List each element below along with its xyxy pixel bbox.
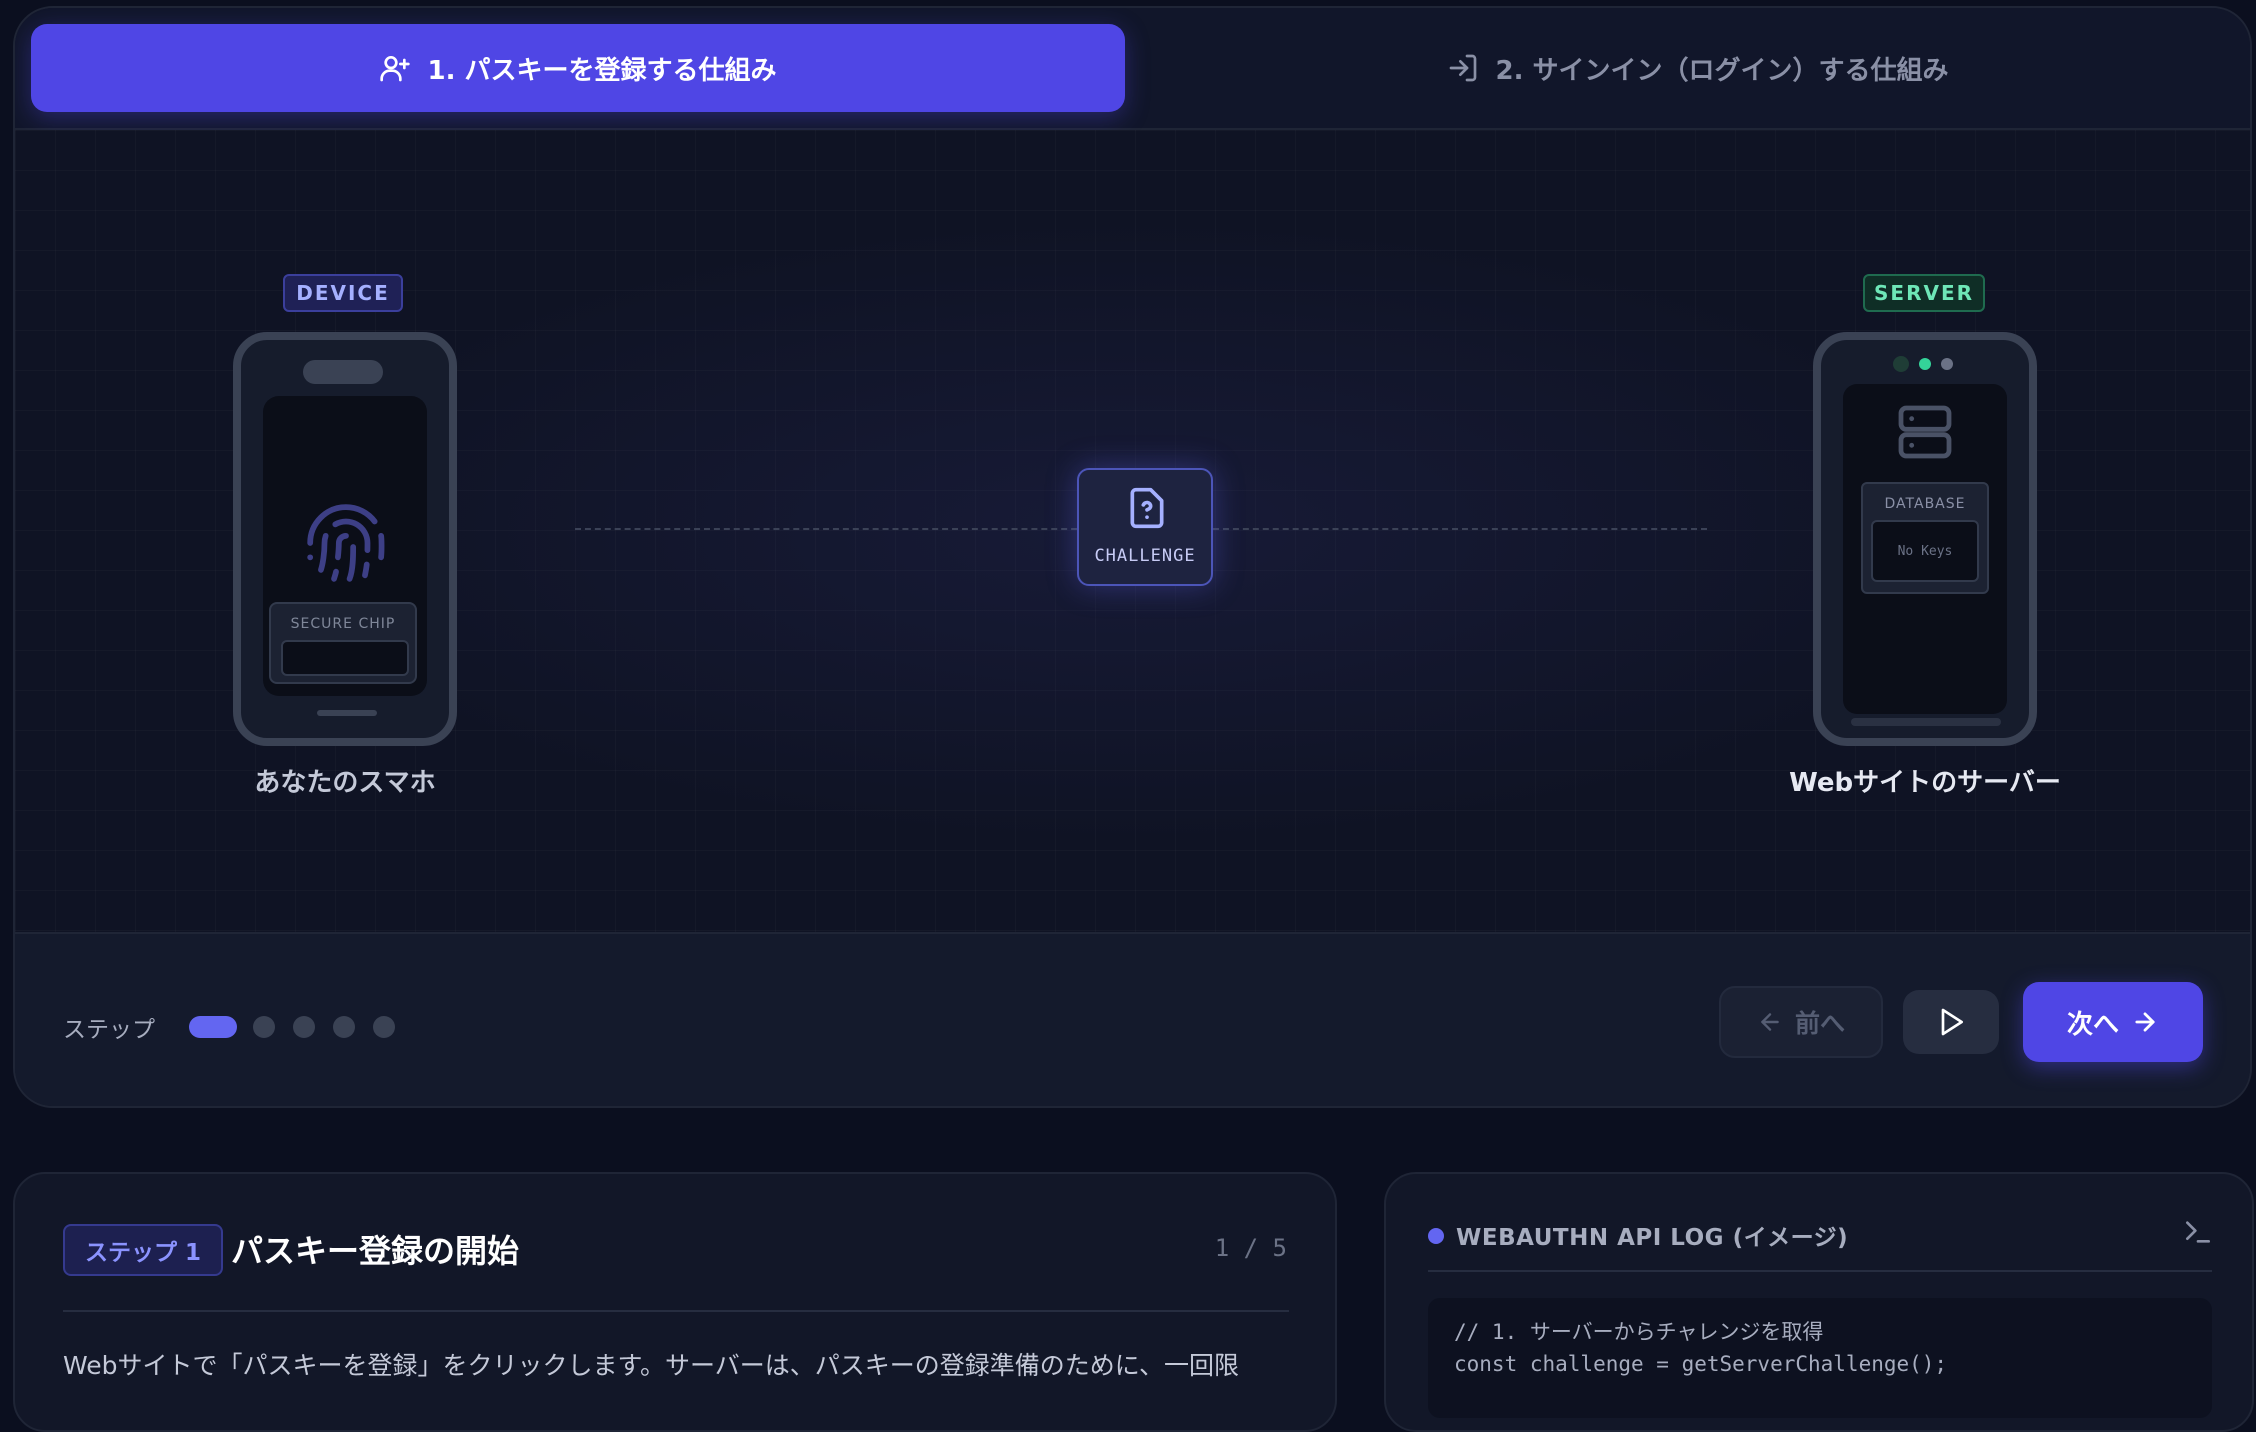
step-info-card: ステップ 1 パスキー登録の開始 1 / 5 Webサイトで「パスキーを登録」を… — [13, 1172, 1337, 1432]
step-dot-3[interactable] — [293, 1016, 315, 1038]
database-value: No Keys — [1871, 520, 1979, 582]
phone-notch — [303, 360, 383, 384]
server-status-lights — [1893, 356, 1953, 372]
terminal-icon — [2186, 1221, 2210, 1243]
step-chip: ステップ 1 — [63, 1224, 224, 1276]
secure-chip-label: SECURE CHIP — [290, 616, 396, 632]
api-log-card: WEBAUTHN API LOG (イメージ) // 1. サーバーからチャレン… — [1384, 1172, 2254, 1432]
animation-stage: DEVICE SECURE CHIP あなたのスマホ CHALLENGE SER… — [15, 130, 2250, 932]
step-dot-4[interactable] — [333, 1016, 355, 1038]
phone-screen: SECURE CHIP — [263, 396, 427, 696]
next-button-label: 次へ — [2066, 1009, 2119, 1040]
page-count: 1 / 5 — [1214, 1234, 1287, 1262]
prev-button[interactable]: 前へ — [1719, 986, 1883, 1058]
code-comment: // 1. サーバーからチャレンジを取得 — [1454, 1320, 1824, 1344]
status-light — [1919, 358, 1931, 370]
tab-signin-label: 2. サインイン（ログイン）する仕組み — [1495, 55, 1949, 86]
device-phone: SECURE CHIP — [233, 332, 457, 746]
file-question-icon — [1130, 487, 1164, 529]
step-description: Webサイトで「パスキーを登録」をクリックします。サーバーは、パスキーの登録準備… — [63, 1351, 1240, 1380]
device-badge: DEVICE — [283, 274, 403, 312]
database-label: DATABASE — [1884, 496, 1966, 512]
tab-registration-label: 1. パスキーを登録する仕組み — [427, 55, 777, 86]
challenge-packet: CHALLENGE — [1077, 468, 1213, 586]
status-light — [1893, 356, 1909, 372]
arrow-right-icon — [2135, 1012, 2155, 1032]
step-title: パスキー登録の開始 — [231, 1232, 520, 1270]
phone-home-bar — [317, 710, 377, 716]
main-card: 1. パスキーを登録する仕組み 2. サインイン（ログイン）する仕組み DEVI… — [13, 6, 2252, 1108]
tab-bar: 1. パスキーを登録する仕組み 2. サインイン（ログイン）する仕組み — [15, 8, 2250, 130]
sign-in-icon — [1450, 54, 1477, 82]
code-block: // 1. サーバーからチャレンジを取得 const challenge = g… — [1428, 1298, 2212, 1418]
step-label: ステップ — [63, 1017, 155, 1043]
tab-registration[interactable]: 1. パスキーを登録する仕組み — [31, 24, 1125, 112]
connection-line-left — [575, 528, 1087, 530]
database-box: DATABASE No Keys — [1861, 482, 1989, 594]
tab-signin[interactable]: 2. サインイン（ログイン）する仕組み — [1151, 24, 2245, 112]
log-title: WEBAUTHN API LOG (イメージ) — [1456, 1225, 1849, 1251]
secure-chip: SECURE CHIP — [269, 602, 417, 684]
code-line: const challenge = getServerChallenge(); — [1454, 1352, 1948, 1376]
challenge-label: CHALLENGE — [1094, 546, 1196, 566]
prev-button-label: 前へ — [1794, 1009, 1845, 1038]
step-dot-5[interactable] — [373, 1016, 395, 1038]
server-screen: DATABASE No Keys — [1843, 384, 2007, 714]
server-icon — [1898, 405, 1952, 459]
server-badge: SERVER — [1863, 274, 1985, 312]
server-bottom-bar — [1851, 718, 2001, 726]
step-dot-2[interactable] — [253, 1016, 275, 1038]
connection-line-right — [1213, 528, 1707, 530]
server-device: DATABASE No Keys — [1813, 332, 2037, 746]
play-button[interactable] — [1903, 990, 1999, 1054]
fingerprint-icon — [307, 504, 385, 582]
server-caption: Webサイトのサーバー — [1789, 768, 2061, 798]
secure-chip-slot — [281, 640, 409, 676]
play-icon — [1941, 1008, 1963, 1036]
divider — [1428, 1270, 2212, 1272]
divider — [63, 1310, 1289, 1312]
user-plus-icon — [380, 56, 411, 82]
next-button[interactable]: 次へ — [2023, 982, 2203, 1062]
step-controls: ステップ 前へ 次へ — [15, 932, 2250, 1106]
arrow-left-icon — [1761, 1013, 1779, 1031]
log-indicator-dot — [1428, 1228, 1444, 1244]
device-caption: あなたのスマホ — [254, 768, 436, 798]
step-dot-1[interactable] — [189, 1016, 237, 1038]
status-light — [1941, 358, 1953, 370]
